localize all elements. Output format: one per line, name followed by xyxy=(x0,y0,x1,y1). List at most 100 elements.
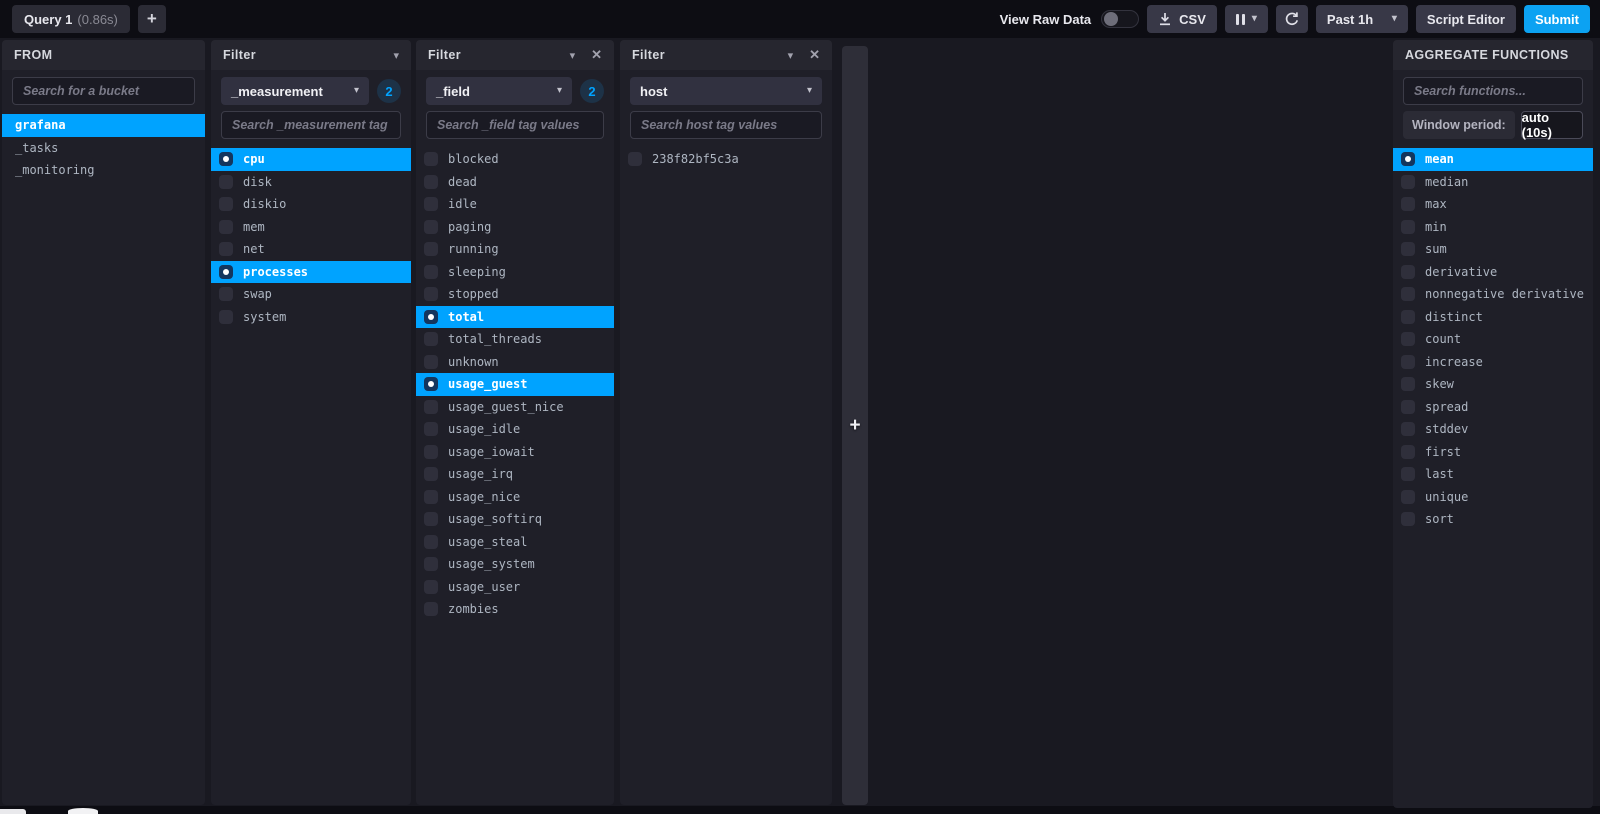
checkbox-icon[interactable] xyxy=(424,152,438,167)
measurement-list-item[interactable]: disk xyxy=(211,171,411,194)
field-list-item[interactable]: idle xyxy=(416,193,614,216)
bucket-list-item[interactable]: _tasks xyxy=(2,137,205,160)
checkbox-icon[interactable] xyxy=(219,242,233,257)
field-list-item[interactable]: usage_softirq xyxy=(416,508,614,531)
field-list-item[interactable]: dead xyxy=(416,171,614,194)
field-list-item[interactable]: usage_steal xyxy=(416,531,614,554)
field-list-item[interactable]: usage_nice xyxy=(416,486,614,509)
checkbox-icon[interactable] xyxy=(424,197,438,212)
tag-key-dropdown[interactable]: _measurement ▾ xyxy=(221,77,369,105)
checkbox-icon[interactable] xyxy=(1401,512,1415,527)
tag-key-dropdown[interactable]: host ▾ xyxy=(630,77,822,105)
checkbox-icon[interactable] xyxy=(424,354,438,369)
time-range-dropdown[interactable]: Past 1h ▾ xyxy=(1315,5,1408,33)
checkbox-icon[interactable] xyxy=(424,579,438,594)
measurement-list-item[interactable]: swap xyxy=(211,283,411,306)
function-list-item[interactable]: spread xyxy=(1393,396,1593,419)
script-editor-button[interactable]: Script Editor xyxy=(1415,5,1516,33)
checkbox-icon[interactable] xyxy=(219,287,233,302)
checkbox-icon[interactable] xyxy=(424,557,438,572)
pause-refresh-button[interactable]: ▾ xyxy=(1224,5,1268,33)
checkbox-icon[interactable] xyxy=(424,264,438,279)
checkbox-icon[interactable] xyxy=(424,219,438,234)
function-list-item[interactable]: stddev xyxy=(1393,418,1593,441)
field-list-item[interactable]: usage_user xyxy=(416,576,614,599)
window-period-selector[interactable]: auto (10s) xyxy=(1520,110,1583,140)
field-list-item[interactable]: unknown xyxy=(416,351,614,374)
bucket-list-item[interactable]: grafana xyxy=(2,114,205,137)
checkbox-icon[interactable] xyxy=(1401,444,1415,459)
checkbox-icon[interactable] xyxy=(1401,219,1415,234)
field-list-item[interactable]: blocked xyxy=(416,148,614,171)
field-list-item[interactable]: usage_idle xyxy=(416,418,614,441)
measurement-list-item[interactable]: system xyxy=(211,306,411,329)
checkbox-icon[interactable] xyxy=(424,444,438,459)
checkbox-icon[interactable] xyxy=(424,534,438,549)
view-raw-data-toggle[interactable] xyxy=(1101,10,1140,28)
field-list-item[interactable]: paging xyxy=(416,216,614,239)
checkbox-icon[interactable] xyxy=(424,174,438,189)
function-list-item[interactable]: nonnegative derivative xyxy=(1393,283,1593,306)
checkbox-icon[interactable] xyxy=(1401,399,1415,414)
bucket-list-item[interactable]: _monitoring xyxy=(2,159,205,182)
checkbox-icon[interactable] xyxy=(1401,242,1415,257)
checkbox-icon[interactable] xyxy=(1401,264,1415,279)
checkbox-icon[interactable] xyxy=(219,309,233,324)
chevron-down-icon[interactable]: ▾ xyxy=(788,49,794,62)
checkbox-icon[interactable] xyxy=(1401,174,1415,189)
checkbox-icon[interactable] xyxy=(219,197,233,212)
function-list-item[interactable]: mean xyxy=(1393,148,1593,171)
field-list-item[interactable]: stopped xyxy=(416,283,614,306)
field-list-item[interactable]: sleeping xyxy=(416,261,614,284)
measurement-list-item[interactable]: mem xyxy=(211,216,411,239)
measurement-list-item[interactable]: diskio xyxy=(211,193,411,216)
function-list-item[interactable]: distinct xyxy=(1393,306,1593,329)
host-list-item[interactable]: 238f82bf5c3a xyxy=(620,148,832,171)
field-list-item[interactable]: total xyxy=(416,305,614,328)
field-list-item[interactable]: total_threads xyxy=(416,328,614,351)
checkbox-icon[interactable] xyxy=(1401,332,1415,347)
checkbox-icon[interactable] xyxy=(424,287,438,302)
function-list-item[interactable]: max xyxy=(1393,193,1593,216)
bucket-search-input[interactable] xyxy=(12,77,195,105)
checkbox-icon[interactable] xyxy=(1401,422,1415,437)
measurement-list-item[interactable]: processes xyxy=(211,260,411,283)
host-search-input[interactable] xyxy=(630,111,822,139)
query-tab[interactable]: Query 1 (0.86s) xyxy=(12,5,130,33)
add-query-button[interactable]: + xyxy=(137,5,166,33)
checkbox-icon[interactable] xyxy=(1401,467,1415,482)
checkbox-icon[interactable] xyxy=(1401,309,1415,324)
measurement-search-input[interactable] xyxy=(221,111,401,139)
csv-download-button[interactable]: CSV xyxy=(1147,5,1217,33)
measurement-list-item[interactable]: net xyxy=(211,238,411,261)
field-list-item[interactable]: usage_iowait xyxy=(416,441,614,464)
checkbox-icon[interactable] xyxy=(219,152,233,167)
chevron-down-icon[interactable]: ▾ xyxy=(570,49,576,62)
field-list-item[interactable]: usage_irq xyxy=(416,463,614,486)
checkbox-icon[interactable] xyxy=(628,152,642,167)
checkbox-icon[interactable] xyxy=(424,309,438,324)
function-list-item[interactable]: increase xyxy=(1393,351,1593,374)
field-list-item[interactable]: usage_guest_nice xyxy=(416,396,614,419)
checkbox-icon[interactable] xyxy=(424,332,438,347)
field-search-input[interactable] xyxy=(426,111,604,139)
tag-key-dropdown[interactable]: _field ▾ xyxy=(426,77,572,105)
checkbox-icon[interactable] xyxy=(424,377,438,392)
checkbox-icon[interactable] xyxy=(1401,152,1415,167)
checkbox-icon[interactable] xyxy=(1401,197,1415,212)
checkbox-icon[interactable] xyxy=(424,489,438,504)
refresh-button[interactable] xyxy=(1275,5,1308,33)
checkbox-icon[interactable] xyxy=(424,242,438,257)
checkbox-icon[interactable] xyxy=(424,399,438,414)
checkbox-icon[interactable] xyxy=(219,264,233,279)
function-list-item[interactable]: median xyxy=(1393,171,1593,194)
checkbox-icon[interactable] xyxy=(424,467,438,482)
add-filter-button[interactable]: + xyxy=(842,46,868,805)
function-list-item[interactable]: sum xyxy=(1393,238,1593,261)
checkbox-icon[interactable] xyxy=(219,174,233,189)
function-list-item[interactable]: first xyxy=(1393,441,1593,464)
close-icon[interactable]: ✕ xyxy=(591,47,602,63)
checkbox-icon[interactable] xyxy=(1401,377,1415,392)
function-list-item[interactable]: derivative xyxy=(1393,261,1593,284)
field-list-item[interactable]: usage_system xyxy=(416,553,614,576)
